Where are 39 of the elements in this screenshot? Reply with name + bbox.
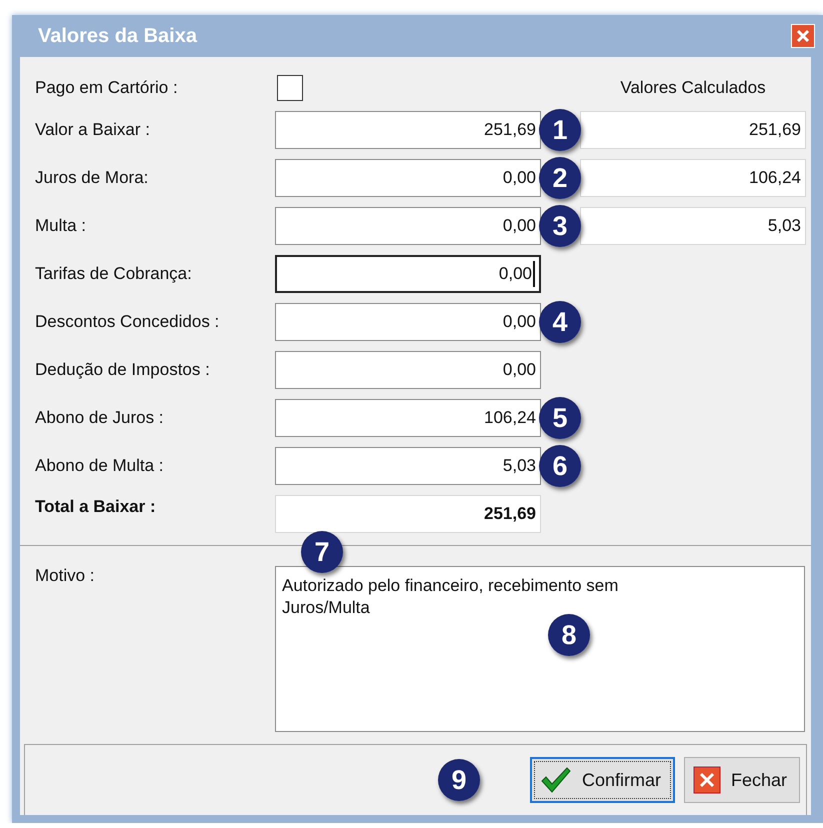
calculated-field: 106,24 <box>580 159 806 197</box>
field-label: Juros de Mora: <box>35 168 150 188</box>
input-field[interactable]: 106,24 <box>275 399 541 437</box>
close-icon <box>796 29 810 43</box>
checkmark-icon <box>540 766 572 794</box>
input-field[interactable]: 0,00 <box>275 351 541 389</box>
close-button[interactable] <box>791 24 815 48</box>
callout-badge: 4 <box>539 301 581 343</box>
field-label: Valor a Baixar : <box>35 120 151 140</box>
field-label: Abono de Multa : <box>35 456 165 476</box>
callout-badge: 9 <box>438 759 480 801</box>
callout-badge: 1 <box>539 109 581 151</box>
close-icon <box>692 766 721 794</box>
checkbox[interactable] <box>277 75 303 101</box>
callout-badge: 6 <box>539 445 581 487</box>
input-field[interactable]: 5,03 <box>275 447 541 485</box>
input-field[interactable]: 0,00 <box>275 159 541 197</box>
field-label: Total a Baixar : <box>35 497 157 517</box>
input-field[interactable]: 251,69 <box>275 111 541 149</box>
input-field[interactable]: 0,00 <box>275 303 541 341</box>
callout-badge: 5 <box>539 397 581 439</box>
field-label: Tarifas de Cobrança: <box>35 264 193 284</box>
field-label: Motivo : <box>35 566 96 587</box>
column-heading: Valores Calculados <box>620 78 766 98</box>
calculated-field: 5,03 <box>580 207 806 245</box>
close-button[interactable]: Fechar <box>684 757 800 803</box>
calculated-field: 251,69 <box>580 111 806 149</box>
field-label: Dedução de Impostos : <box>35 360 211 380</box>
input-field[interactable]: 0,00 <box>275 255 541 293</box>
field-label: Multa : <box>35 216 88 236</box>
input-field[interactable]: 0,00 <box>275 207 541 245</box>
confirm-button[interactable]: Confirmar <box>530 757 675 803</box>
window-title: Valores da Baixa <box>38 24 197 48</box>
field-label: Abono de Juros : <box>35 408 165 428</box>
callout-badge: 3 <box>539 205 581 247</box>
field-label: Pago em Cartório : <box>35 78 179 98</box>
callout-badge: 2 <box>539 157 581 199</box>
field-label: Descontos Concedidos : <box>35 312 220 332</box>
total-field: 251,69 <box>275 495 541 533</box>
